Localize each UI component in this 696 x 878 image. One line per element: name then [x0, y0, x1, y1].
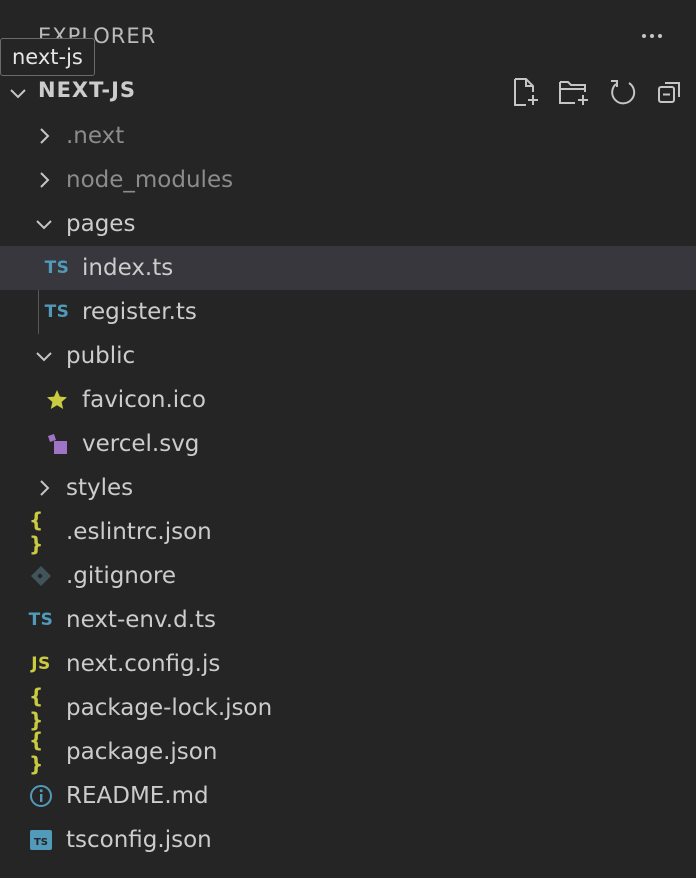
new-file-button[interactable] — [506, 74, 546, 110]
info-icon — [29, 784, 53, 808]
json-icon: { } — [29, 684, 45, 732]
file-item-readme-md[interactable]: README.md — [0, 774, 696, 818]
file-item-package-lock-json[interactable]: { } package-lock.json — [0, 684, 696, 732]
star-icon — [45, 388, 69, 412]
explorer-panel: EXPLORER next-js NEXT-JS .next node_modu… — [0, 0, 696, 878]
new-file-icon — [514, 78, 538, 106]
tree-item-label: package.json — [66, 739, 218, 765]
chevron-right-icon — [40, 480, 50, 496]
file-item-package-json[interactable]: { } package.json — [0, 728, 696, 776]
collapse-all-button[interactable] — [650, 74, 690, 110]
folder-item-next[interactable]: .next — [0, 114, 696, 158]
tree-item-label: favicon.ico — [82, 387, 206, 413]
svg-text:TS: TS — [34, 837, 48, 848]
new-folder-icon — [559, 81, 588, 105]
file-item-next-env-d-ts[interactable]: TS next-env.d.ts — [0, 598, 696, 642]
tsconfig-icon: TS — [29, 828, 53, 852]
tree-item-label: pages — [66, 211, 136, 237]
tree-item-label: node_modules — [66, 167, 234, 193]
json-icon: { } — [29, 508, 45, 556]
file-item-next-config-js[interactable]: JS next.config.js — [0, 642, 696, 686]
tree-item-label: next-env.d.ts — [66, 607, 217, 633]
file-item-tsconfig-json[interactable]: TS tsconfig.json — [0, 818, 696, 862]
file-item-gitignore[interactable]: .gitignore — [0, 554, 696, 598]
refresh-button[interactable] — [602, 74, 642, 110]
tree-item-label: index.ts — [82, 255, 174, 281]
new-folder-button[interactable] — [554, 74, 594, 110]
svg-icon — [45, 432, 69, 456]
chevron-down-icon — [10, 89, 26, 99]
tree-item-label: styles — [66, 475, 134, 501]
chevron-down-icon — [36, 220, 52, 230]
tree-item-label: .eslintrc.json — [66, 519, 212, 545]
file-item-favicon-ico[interactable]: favicon.ico — [0, 378, 696, 422]
chevron-right-icon — [40, 172, 50, 188]
file-item-index-ts[interactable]: TS index.ts — [0, 246, 696, 290]
explorer-header: EXPLORER — [0, 14, 696, 58]
file-item-vercel-svg[interactable]: vercel.svg — [0, 422, 696, 466]
ts-icon: TS — [44, 302, 70, 322]
refresh-icon — [611, 80, 636, 105]
tree-item-label: .gitignore — [66, 563, 177, 589]
chevron-down-icon — [36, 352, 52, 362]
file-tree: .next node_modulespages TS index.ts TS regist… — [0, 114, 696, 862]
file-item-register-ts[interactable]: TS register.ts — [0, 290, 696, 334]
tree-item-label: public — [66, 343, 136, 369]
js-icon: JS — [31, 654, 51, 674]
tree-item-label: vercel.svg — [82, 431, 200, 457]
tooltip: next-js — [0, 38, 95, 76]
tree-item-label: README.md — [66, 783, 209, 809]
ts-icon: TS — [44, 258, 70, 278]
tree-item-label: package-lock.json — [66, 695, 273, 721]
folder-item-styles[interactable]: styles — [0, 466, 696, 510]
tree-item-label: .next — [66, 123, 125, 149]
tree-item-label: next.config.js — [66, 651, 221, 677]
more-actions-icon[interactable] — [636, 20, 668, 52]
folder-item-pages[interactable]: pages — [0, 202, 696, 246]
collapse-all-icon — [658, 82, 680, 103]
json-icon: { } — [29, 728, 45, 776]
folder-title: NEXT-JS — [38, 78, 137, 102]
chevron-right-icon — [40, 128, 50, 144]
tree-item-label: register.ts — [82, 299, 197, 325]
folder-item-node-modules[interactable]: node_modules — [0, 158, 696, 202]
folder-section-header[interactable]: NEXT-JS — [0, 70, 696, 114]
folder-item-public[interactable]: public — [0, 334, 696, 378]
ts-icon: TS — [28, 610, 54, 630]
git-icon — [29, 564, 53, 588]
tree-item-label: tsconfig.json — [66, 827, 212, 853]
file-item-eslintrc-json[interactable]: { } .eslintrc.json — [0, 508, 696, 556]
